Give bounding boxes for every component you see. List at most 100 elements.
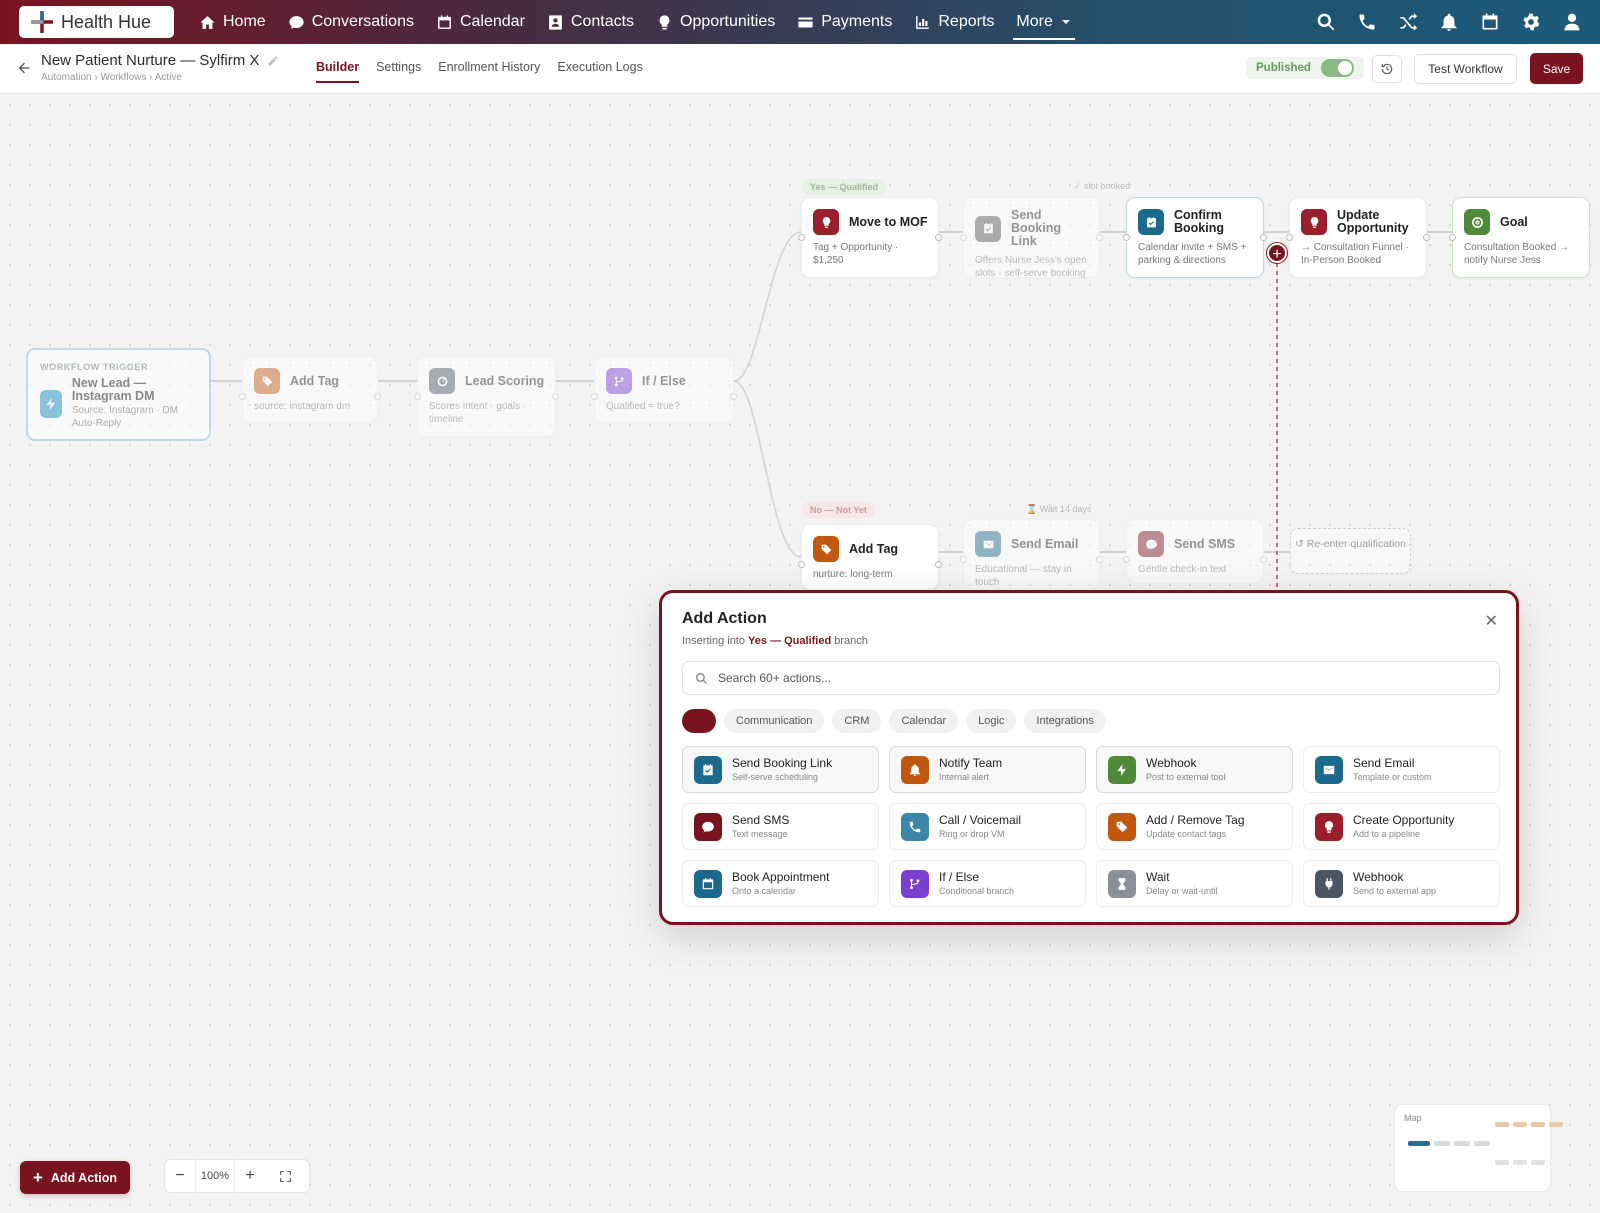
- port[interactable]: [798, 234, 805, 241]
- port[interactable]: [1449, 234, 1456, 241]
- nav-calendar[interactable]: Calendar: [425, 0, 536, 44]
- insert-point-plus-icon[interactable]: +: [1267, 243, 1287, 263]
- minimap[interactable]: Map: [1394, 1104, 1563, 1192]
- reenter-qualification-node[interactable]: ↺ Re-enter qualification: [1290, 528, 1411, 574]
- port[interactable]: [960, 234, 967, 241]
- port[interactable]: [798, 561, 805, 568]
- nav-home[interactable]: Home: [188, 0, 277, 44]
- node-lead-scoring[interactable]: Lead Scoring Scores intent · goals · tim…: [414, 356, 559, 437]
- action-desc: Delay or wait-until: [1146, 885, 1218, 896]
- node-add-tag[interactable]: Add Tag source: instagram dm: [239, 356, 381, 423]
- node-confirm-booking[interactable]: Confirm Booking Calendar invite + SMS + …: [1123, 197, 1267, 278]
- calendar-icon[interactable]: [1480, 12, 1500, 32]
- back-arrow-icon[interactable]: [16, 60, 32, 76]
- action-card-create-opportunity[interactable]: Create Opportunity Add to a pipeline: [1303, 803, 1500, 850]
- action-card-webhook[interactable]: Webhook Post to external tool: [1096, 746, 1293, 793]
- action-card-wait[interactable]: Wait Delay or wait-until: [1096, 860, 1293, 907]
- tab-enrollment-history[interactable]: Enrollment History: [438, 44, 540, 94]
- gear-icon[interactable]: [1521, 12, 1541, 32]
- action-card-text: Call / Voicemail Ring or drop VM: [939, 813, 1021, 840]
- nav-payments[interactable]: Payments: [786, 0, 903, 44]
- save-button[interactable]: Save: [1530, 53, 1583, 84]
- port[interactable]: [552, 393, 559, 400]
- published-toggle[interactable]: [1320, 59, 1354, 77]
- brand-logo[interactable]: Health Hue: [19, 6, 174, 38]
- action-search-input[interactable]: [718, 671, 1418, 685]
- add-action-button[interactable]: + Add Action: [20, 1161, 130, 1194]
- phone-icon[interactable]: [1357, 12, 1377, 32]
- port[interactable]: [239, 393, 246, 400]
- nav-reports[interactable]: Reports: [903, 0, 1005, 44]
- chip-communication[interactable]: Communication: [724, 709, 825, 733]
- action-card-send-email[interactable]: Send Email Template or custom: [1303, 746, 1500, 793]
- zoom-out-button[interactable]: −: [165, 1167, 195, 1185]
- action-card-if-else[interactable]: If / Else Conditional branch: [889, 860, 1086, 907]
- calendar-check-icon: [1138, 209, 1164, 235]
- minimap-block: [1513, 1160, 1527, 1165]
- nav-conversations[interactable]: Conversations: [277, 0, 425, 44]
- tab-builder[interactable]: Builder: [316, 44, 360, 94]
- nav-opportunities[interactable]: Opportunities: [645, 0, 786, 44]
- action-card-send-sms[interactable]: Send SMS Text message: [682, 803, 879, 850]
- port[interactable]: [1260, 234, 1267, 241]
- port[interactable]: [1123, 556, 1130, 563]
- chevron-down-icon: [1061, 20, 1070, 24]
- node-if-else[interactable]: If / Else Qualified = true?: [591, 356, 737, 423]
- bell-icon[interactable]: [1439, 12, 1459, 32]
- node-desc: Gentle check-in text: [1138, 564, 1227, 575]
- action-card-webhook[interactable]: Webhook Send to external app: [1303, 860, 1500, 907]
- pencil-icon[interactable]: [267, 55, 279, 67]
- action-card-text: Webhook Post to external tool: [1146, 756, 1226, 783]
- chat-icon: [1138, 531, 1164, 557]
- nav-more[interactable]: More: [1005, 0, 1082, 44]
- shuffle-icon[interactable]: [1398, 12, 1418, 32]
- node-goal[interactable]: Goal Consultation Booked → notify Nurse …: [1449, 197, 1590, 278]
- tab-settings[interactable]: Settings: [376, 44, 421, 94]
- nav-label: Calendar: [459, 13, 525, 30]
- user-icon[interactable]: [1562, 12, 1582, 32]
- port[interactable]: [1260, 556, 1267, 563]
- chip-integrations[interactable]: Integrations: [1024, 709, 1106, 733]
- test-workflow-button[interactable]: Test Workflow: [1414, 54, 1517, 84]
- action-desc: Internal alert: [939, 771, 990, 782]
- chip-crm[interactable]: CRM: [832, 709, 882, 733]
- node-send-booking-link[interactable]: Send Booking Link Offers Nurse Jess's op…: [960, 197, 1103, 279]
- node-send-email[interactable]: Send Email Educational — stay in touch: [960, 519, 1103, 590]
- chip-calendar[interactable]: Calendar: [889, 709, 959, 733]
- node-send-sms[interactable]: Send SMS Gentle check-in text: [1123, 519, 1267, 583]
- close-icon[interactable]: ✕: [1485, 611, 1498, 631]
- chip-logic[interactable]: Logic: [966, 709, 1017, 733]
- chip-all[interactable]: [682, 709, 716, 733]
- port[interactable]: [374, 393, 381, 400]
- port[interactable]: [1423, 234, 1430, 241]
- port[interactable]: [1096, 556, 1103, 563]
- zoom-in-button[interactable]: +: [235, 1167, 265, 1185]
- publish-toggle-group: Published: [1246, 57, 1364, 79]
- workflow-trigger-node[interactable]: WORKFLOW TRIGGER New Lead — Instagram DM…: [26, 348, 211, 441]
- tab-execution-logs[interactable]: Execution Logs: [557, 44, 642, 94]
- port[interactable]: [414, 393, 421, 400]
- port[interactable]: [591, 393, 598, 400]
- node-add-tag-nurture[interactable]: Add Tag nurture: long-term: [798, 524, 942, 590]
- port[interactable]: [960, 556, 967, 563]
- action-card-add-remove-tag[interactable]: Add / Remove Tag Update contact tags: [1096, 803, 1293, 850]
- node-title: Add Tag: [849, 541, 899, 556]
- port[interactable]: [935, 234, 942, 241]
- port[interactable]: [1123, 234, 1130, 241]
- action-card-notify-team[interactable]: Notify Team Internal alert: [889, 746, 1086, 793]
- history-button[interactable]: [1372, 55, 1402, 83]
- action-card-book-appointment[interactable]: Book Appointment Onto a calendar: [682, 860, 879, 907]
- breadcrumb[interactable]: Automation › Workflows › Active: [41, 72, 182, 83]
- port[interactable]: [730, 393, 737, 400]
- action-card-send-booking-link[interactable]: Send Booking Link Self-serve scheduling: [682, 746, 879, 793]
- search-icon[interactable]: [1316, 12, 1336, 32]
- port[interactable]: [935, 561, 942, 568]
- port[interactable]: [1286, 234, 1293, 241]
- port[interactable]: [1096, 234, 1103, 241]
- nav-contacts[interactable]: Contacts: [536, 0, 645, 44]
- action-card-call-voicemail[interactable]: Call / Voicemail Ring or drop VM: [889, 803, 1086, 850]
- node-update-opportunity[interactable]: Update Opportunity → Consultation Funnel…: [1286, 197, 1430, 278]
- node-move-to-mof[interactable]: Move to MOF Tag + Opportunity · $1,250: [798, 197, 942, 278]
- fit-screen-icon[interactable]: [265, 1170, 305, 1183]
- workflow-tabs: Builder Settings Enrollment History Exec…: [316, 44, 643, 94]
